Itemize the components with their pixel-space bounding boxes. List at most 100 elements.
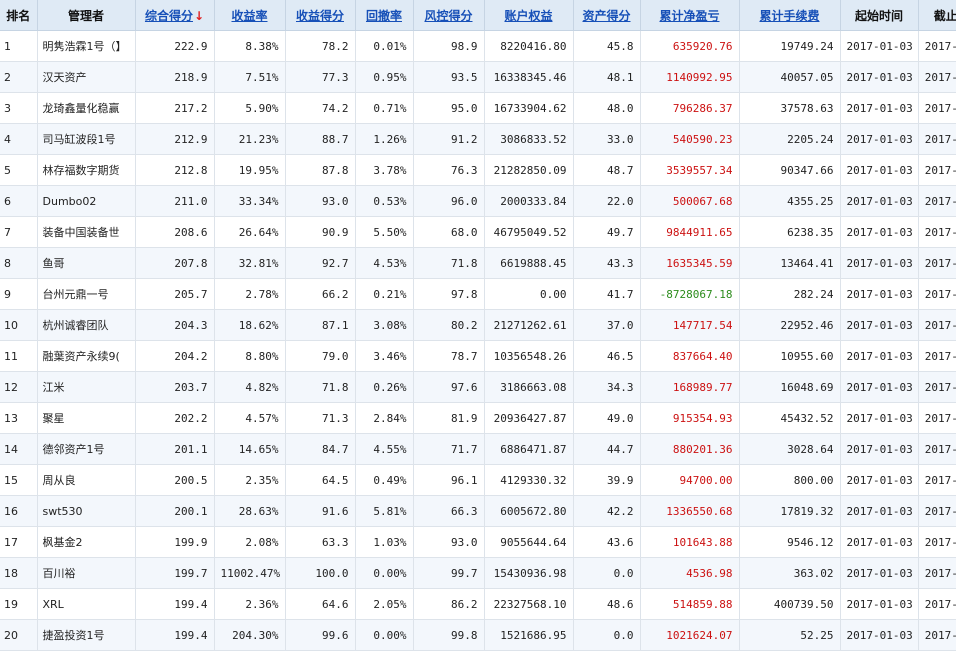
net-pnl-cell: 3539557.34	[639, 154, 739, 186]
header-drawdown[interactable]: 回撤率	[354, 0, 413, 31]
header-asset-score[interactable]: 资产得分	[572, 0, 640, 31]
total-score-cell: 202.2	[134, 402, 214, 434]
equity-cell: 9055644.64	[483, 526, 573, 558]
fees-cell: 282.24	[738, 278, 840, 310]
end-time-cell: 2017-02-13	[917, 588, 956, 620]
table-row: 4 司马缸波段1号 212.9 21.23% 88.7 1.26% 91.2 3086833.…	[0, 123, 956, 155]
end-time-cell: 2017-01-19	[917, 526, 956, 558]
drawdown-cell: 0.00%	[354, 619, 413, 651]
equity-cell: 46795049.52	[483, 216, 573, 248]
asset-score-cell: 49.7	[572, 216, 640, 248]
table-row: 12 江米 203.7 4.82% 71.8 0.26% 97.6 3186663.08 34.…	[0, 371, 956, 403]
net-pnl-cell: 796286.37	[639, 92, 739, 124]
return-rate-cell: 4.57%	[213, 402, 285, 434]
asset-score-cell: 49.0	[572, 402, 640, 434]
start-time-cell: 2017-01-03	[839, 278, 918, 310]
header-net-pnl[interactable]: 累计净盈亏	[639, 0, 739, 31]
table-row: 16 swt530 200.1 28.63% 91.6 5.81% 66.3 6005672.…	[0, 495, 956, 527]
net-pnl-cell: 880201.36	[639, 433, 739, 465]
manager-name-cell: 百川裕	[36, 557, 135, 589]
return-score-cell: 93.0	[284, 185, 355, 217]
drawdown-cell: 0.00%	[354, 557, 413, 589]
return-rate-cell: 2.35%	[213, 464, 285, 496]
equity-cell: 21271262.61	[483, 309, 573, 341]
risk-score-cell: 98.9	[412, 30, 484, 62]
net-pnl-cell: 540590.23	[639, 123, 739, 155]
net-pnl-cell: 837664.40	[639, 340, 739, 372]
return-rate-cell: 19.95%	[213, 154, 285, 186]
end-time-cell: 2017-02-10	[917, 433, 956, 465]
header-return-rate[interactable]: 收益率	[213, 0, 285, 31]
asset-score-cell: 34.3	[572, 371, 640, 403]
end-time-cell: 2017-02-13	[917, 557, 956, 589]
fees-cell: 22952.46	[738, 309, 840, 341]
risk-score-cell: 91.2	[412, 123, 484, 155]
table-row: 8 鱼哥 207.8 32.81% 92.7 4.53% 71.8 6619888.45 43.…	[0, 247, 956, 279]
risk-score-cell: 93.5	[412, 61, 484, 93]
end-time-cell: 2017-02-13	[917, 30, 956, 62]
rank-cell: 1	[0, 30, 37, 62]
table-row: 14 德邻资产1号 201.1 14.65% 84.7 4.55% 71.7 6886471.…	[0, 433, 956, 465]
total-score-cell: 201.1	[134, 433, 214, 465]
rank-cell: 7	[0, 216, 37, 248]
total-score-cell: 211.0	[134, 185, 214, 217]
total-score-cell: 207.8	[134, 247, 214, 279]
table-row: 11 融葉资产永续9(204.2 8.80% 79.0 3.46% 78.7 1035654…	[0, 340, 956, 372]
asset-score-cell: 45.8	[572, 30, 640, 62]
net-pnl-cell: 101643.88	[639, 526, 739, 558]
header-fees[interactable]: 累计手续费	[738, 0, 840, 31]
header-total-score[interactable]: 综合得分↓	[134, 0, 214, 31]
net-pnl-cell: 147717.54	[639, 309, 739, 341]
table-row: 20 捷盈投资1号 199.4 204.30% 99.6 0.00% 99.8 1521686…	[0, 619, 956, 651]
net-pnl-cell: 635920.76	[639, 30, 739, 62]
table-row: 1 明隽浩霖1号（】 222.9 8.38% 78.2 0.01% 98.9 8220416.…	[0, 30, 956, 62]
net-pnl-cell: 500067.68	[639, 185, 739, 217]
risk-score-cell: 66.3	[412, 495, 484, 527]
asset-score-cell: 48.1	[572, 61, 640, 93]
total-score-cell: 222.9	[134, 30, 214, 62]
risk-score-cell: 97.8	[412, 278, 484, 310]
fees-cell: 363.02	[738, 557, 840, 589]
header-risk-score[interactable]: 风控得分	[412, 0, 484, 31]
drawdown-cell: 0.26%	[354, 371, 413, 403]
manager-name-cell: 台州元鼎一号	[36, 278, 135, 310]
equity-cell: 4129330.32	[483, 464, 573, 496]
total-score-cell: 212.9	[134, 123, 214, 155]
equity-cell: 22327568.10	[483, 588, 573, 620]
header-equity[interactable]: 账户权益	[483, 0, 573, 31]
start-time-cell: 2017-01-03	[839, 464, 918, 496]
end-time-cell: 2017-02-13	[917, 185, 956, 217]
return-score-cell: 100.0	[284, 557, 355, 589]
rank-cell: 12	[0, 371, 37, 403]
return-rate-cell: 28.63%	[213, 495, 285, 527]
total-score-cell: 203.7	[134, 371, 214, 403]
return-rate-cell: 33.34%	[213, 185, 285, 217]
risk-score-cell: 96.0	[412, 185, 484, 217]
risk-score-cell: 99.8	[412, 619, 484, 651]
fees-cell: 9546.12	[738, 526, 840, 558]
risk-score-cell: 96.1	[412, 464, 484, 496]
return-rate-cell: 7.51%	[213, 61, 285, 93]
rank-cell: 17	[0, 526, 37, 558]
start-time-cell: 2017-01-03	[839, 588, 918, 620]
fees-cell: 90347.66	[738, 154, 840, 186]
drawdown-cell: 3.78%	[354, 154, 413, 186]
equity-cell: 16338345.46	[483, 61, 573, 93]
end-time-cell: 2017-02-13	[917, 402, 956, 434]
return-rate-cell: 4.82%	[213, 371, 285, 403]
end-time-cell: 2017-02-13	[917, 154, 956, 186]
manager-name-cell: 融葉资产永续9(	[36, 340, 135, 372]
total-score-cell: 218.9	[134, 61, 214, 93]
fees-cell: 400739.50	[738, 588, 840, 620]
start-time-cell: 2017-01-03	[839, 495, 918, 527]
drawdown-cell: 5.81%	[354, 495, 413, 527]
table-row: 19 XRL 199.4 2.36% 64.6 2.05% 86.2 22327568.10 4…	[0, 588, 956, 620]
return-rate-cell: 14.65%	[213, 433, 285, 465]
table-row: 15 周从良 200.5 2.35% 64.5 0.49% 96.1 4129330.32 39…	[0, 464, 956, 496]
header-return-score[interactable]: 收益得分	[284, 0, 355, 31]
return-score-cell: 78.2	[284, 30, 355, 62]
return-score-cell: 79.0	[284, 340, 355, 372]
rank-cell: 15	[0, 464, 37, 496]
equity-cell: 6619888.45	[483, 247, 573, 279]
end-time-cell: 2017-02-10	[917, 247, 956, 279]
